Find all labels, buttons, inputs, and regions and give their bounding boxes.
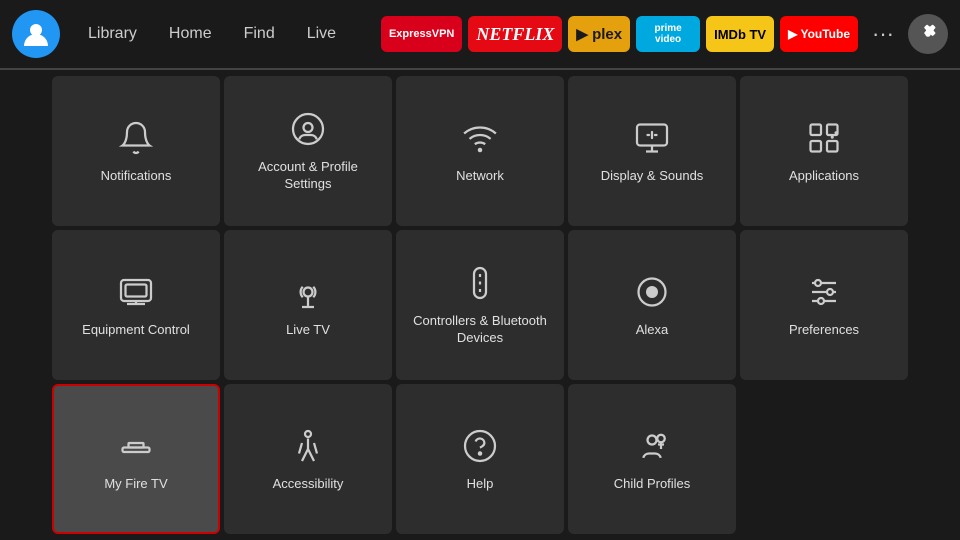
settings-notifications[interactable]: Notifications	[52, 76, 220, 226]
myfiretv-label: My Fire TV	[104, 476, 167, 493]
preferences-label: Preferences	[789, 322, 859, 339]
apps-icon	[804, 118, 844, 158]
accessibility-icon	[288, 426, 328, 466]
settings-applications[interactable]: Applications	[740, 76, 908, 226]
bell-icon	[116, 118, 156, 158]
equipment-label: Equipment Control	[82, 322, 190, 339]
nav-find[interactable]: Find	[230, 19, 289, 49]
settings-gear-button[interactable]	[908, 14, 948, 54]
settings-help[interactable]: Help	[396, 384, 564, 534]
firetv-icon	[116, 426, 156, 466]
nav-library[interactable]: Library	[74, 19, 151, 49]
display-label: Display & Sounds	[601, 168, 704, 185]
controllers-label: Controllers & Bluetooth Devices	[406, 313, 554, 347]
alexa-icon	[632, 272, 672, 312]
antenna-icon	[288, 272, 328, 312]
settings-equipment[interactable]: Equipment Control	[52, 230, 220, 380]
app-imdb[interactable]: IMDb TV	[706, 16, 774, 52]
settings-livetv[interactable]: Live TV	[224, 230, 392, 380]
display-icon	[632, 118, 672, 158]
wifi-icon	[460, 118, 500, 158]
settings-controllers[interactable]: Controllers & Bluetooth Devices	[396, 230, 564, 380]
settings-network[interactable]: Network	[396, 76, 564, 226]
network-label: Network	[456, 168, 504, 185]
top-nav: Library Home Find Live ExpressVPN NETFLI…	[0, 0, 960, 68]
accessibility-label: Accessibility	[273, 476, 344, 493]
app-icons: ExpressVPN NETFLIX ▶ plex primevideo IMD…	[381, 14, 948, 54]
livetv-label: Live TV	[286, 322, 330, 339]
settings-grid: Notifications Account & Profile Settings…	[0, 70, 960, 540]
nav-links: Library Home Find Live	[74, 19, 350, 49]
child-icon	[632, 426, 672, 466]
settings-accessibility[interactable]: Accessibility	[224, 384, 392, 534]
settings-childprofiles[interactable]: Child Profiles	[568, 384, 736, 534]
settings-display[interactable]: Display & Sounds	[568, 76, 736, 226]
settings-myfiretv[interactable]: My Fire TV	[52, 384, 220, 534]
app-netflix[interactable]: NETFLIX	[468, 16, 562, 52]
nav-home[interactable]: Home	[155, 19, 226, 49]
alexa-label: Alexa	[636, 322, 669, 339]
applications-label: Applications	[789, 168, 859, 185]
settings-preferences[interactable]: Preferences	[740, 230, 908, 380]
notifications-label: Notifications	[101, 168, 172, 185]
nav-more-button[interactable]: ···	[864, 17, 902, 51]
app-plex[interactable]: ▶ plex	[568, 16, 630, 52]
nav-live[interactable]: Live	[293, 19, 350, 49]
app-expressvpn[interactable]: ExpressVPN	[381, 16, 462, 52]
monitor-icon	[116, 272, 156, 312]
avatar[interactable]	[12, 10, 60, 58]
app-prime[interactable]: primevideo	[636, 16, 700, 52]
help-icon	[460, 426, 500, 466]
account-label: Account & Profile Settings	[234, 159, 382, 193]
remote-icon	[460, 263, 500, 303]
app-youtube[interactable]: ▶ YouTube	[780, 16, 858, 52]
person-circle-icon	[288, 109, 328, 149]
settings-alexa[interactable]: Alexa	[568, 230, 736, 380]
sliders-icon	[804, 272, 844, 312]
childprofiles-label: Child Profiles	[614, 476, 691, 493]
settings-account[interactable]: Account & Profile Settings	[224, 76, 392, 226]
help-label: Help	[467, 476, 494, 493]
